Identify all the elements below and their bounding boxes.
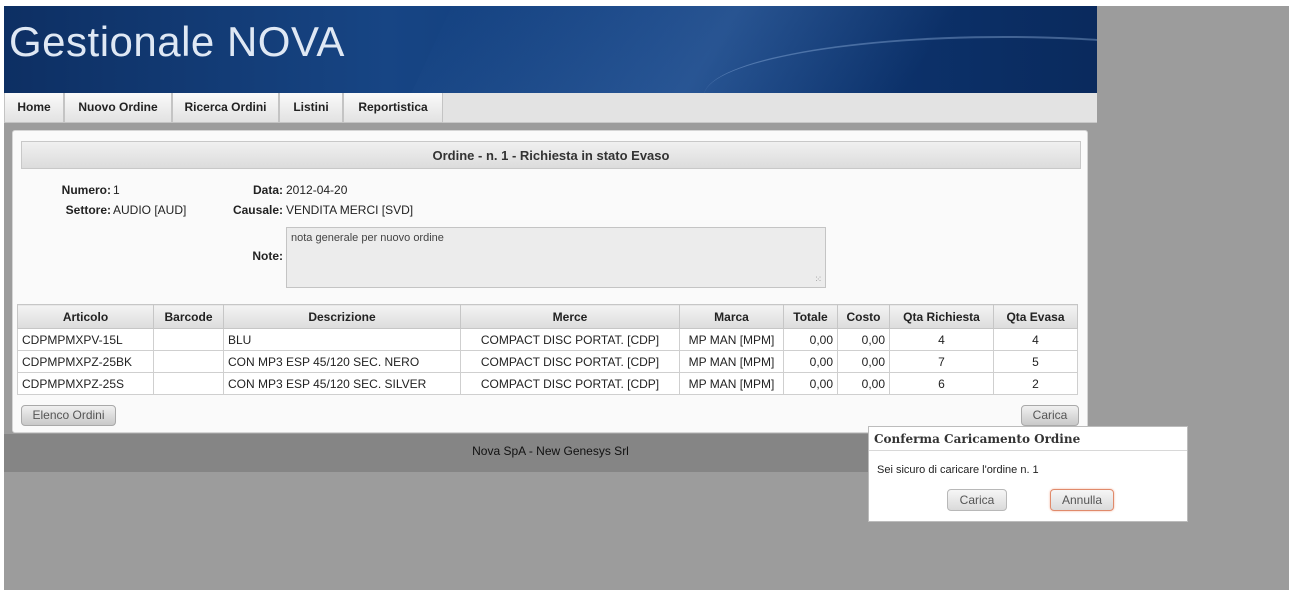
cell-articolo: CDPMPMXPV-15L	[17, 328, 154, 351]
app-title: Gestionale NOVA	[9, 18, 345, 65]
menu-item-ricerca-ordini[interactable]: Ricerca Ordini	[172, 93, 279, 123]
note-text: nota generale per nuovo ordine	[291, 232, 444, 244]
cell-barcode	[153, 372, 224, 395]
col-header-qta-evasa[interactable]: Qta Evasa	[993, 304, 1078, 329]
cell-merce: COMPACT DISC PORTAT. [CDP]	[460, 328, 680, 351]
cell-qta-evasa: 2	[993, 372, 1078, 395]
menu-item-reportistica[interactable]: Reportistica	[343, 93, 443, 123]
col-header-descrizione[interactable]: Descrizione	[223, 304, 461, 329]
footer-text: Nova SpA - New Genesys Srl	[472, 444, 629, 458]
menu-item-nuovo-ordine[interactable]: Nuovo Ordine	[64, 93, 172, 123]
col-header-costo[interactable]: Costo	[837, 304, 890, 329]
table-row[interactable]: CDPMPMXPZ-25BK CON MP3 ESP 45/120 SEC. N…	[17, 350, 1078, 373]
dialog-confirm-button[interactable]: Carica	[947, 489, 1007, 511]
viewport: Gestionale NOVA Home Nuovo Ordine Ricerc…	[4, 6, 1289, 590]
note-label: Note:	[252, 249, 283, 263]
cell-descrizione: BLU	[223, 328, 461, 351]
order-header: Ordine - n. 1 - Richiesta in stato Evaso	[21, 141, 1081, 169]
col-header-totale[interactable]: Totale	[783, 304, 838, 329]
cell-articolo: CDPMPMXPZ-25BK	[17, 350, 154, 373]
confirm-dialog: Conferma Caricamento Ordine Sei sicuro d…	[868, 426, 1188, 522]
menu-item-home[interactable]: Home	[4, 93, 64, 123]
cell-qta-evasa: 4	[993, 328, 1078, 351]
cell-barcode	[153, 328, 224, 351]
header-banner: Gestionale NOVA	[4, 6, 1097, 93]
cell-qta-richiesta: 6	[889, 372, 994, 395]
col-header-articolo[interactable]: Articolo	[17, 304, 154, 329]
data-value: 2012-04-20	[286, 183, 348, 197]
cell-qta-richiesta: 7	[889, 350, 994, 373]
cell-totale: 0,00	[783, 350, 838, 373]
resize-grip-icon[interactable]: ⁙	[814, 274, 822, 285]
cell-descrizione: CON MP3 ESP 45/120 SEC. SILVER	[223, 372, 461, 395]
table-header-row: Articolo Barcode Descrizione Merce Marca…	[17, 304, 1078, 329]
numero-label: Numero:	[61, 183, 111, 197]
cell-barcode	[153, 350, 224, 373]
cell-costo: 0,00	[837, 328, 890, 351]
cell-articolo: CDPMPMXPZ-25S	[17, 372, 154, 395]
items-table: Articolo Barcode Descrizione Merce Marca…	[17, 304, 1078, 395]
settore-label: Settore:	[65, 203, 111, 217]
cell-qta-richiesta: 4	[889, 328, 994, 351]
data-label: Data:	[252, 183, 283, 197]
cell-totale: 0,00	[783, 328, 838, 351]
cell-marca: MP MAN [MPM]	[679, 328, 784, 351]
col-header-merce[interactable]: Merce	[460, 304, 680, 329]
col-header-barcode[interactable]: Barcode	[153, 304, 224, 329]
causale-label: Causale:	[232, 203, 283, 217]
cell-marca: MP MAN [MPM]	[679, 372, 784, 395]
dialog-cancel-button[interactable]: Annulla	[1050, 489, 1114, 511]
cell-costo: 0,00	[837, 372, 890, 395]
order-panel: Ordine - n. 1 - Richiesta in stato Evaso…	[12, 130, 1088, 433]
causale-value: VENDITA MERCI [SVD]	[286, 203, 414, 217]
col-header-marca[interactable]: Marca	[679, 304, 784, 329]
cell-descrizione: CON MP3 ESP 45/120 SEC. NERO	[223, 350, 461, 373]
cell-marca: MP MAN [MPM]	[679, 350, 784, 373]
cell-merce: COMPACT DISC PORTAT. [CDP]	[460, 350, 680, 373]
carica-button[interactable]: Carica	[1021, 405, 1079, 426]
cell-merce: COMPACT DISC PORTAT. [CDP]	[460, 372, 680, 395]
cell-totale: 0,00	[783, 372, 838, 395]
dialog-title: Conferma Caricamento Ordine	[869, 427, 1187, 451]
dialog-message: Sei sicuro di caricare l'ordine n. 1	[877, 464, 1039, 476]
col-header-qta-richiesta[interactable]: Qta Richiesta	[889, 304, 994, 329]
numero-value: 1	[113, 183, 120, 197]
menu-item-listini[interactable]: Listini	[279, 93, 343, 123]
main-menu: Home Nuovo Ordine Ricerca Ordini Listini…	[4, 93, 1097, 123]
note-textarea[interactable]: nota generale per nuovo ordine ⁙	[286, 227, 826, 288]
cell-costo: 0,00	[837, 350, 890, 373]
elenco-ordini-button[interactable]: Elenco Ordini	[21, 405, 116, 426]
table-row[interactable]: CDPMPMXPZ-25S CON MP3 ESP 45/120 SEC. SI…	[17, 372, 1078, 395]
settore-value: AUDIO [AUD]	[113, 203, 187, 217]
table-row[interactable]: CDPMPMXPV-15L BLU COMPACT DISC PORTAT. […	[17, 328, 1078, 351]
cell-qta-evasa: 5	[993, 350, 1078, 373]
